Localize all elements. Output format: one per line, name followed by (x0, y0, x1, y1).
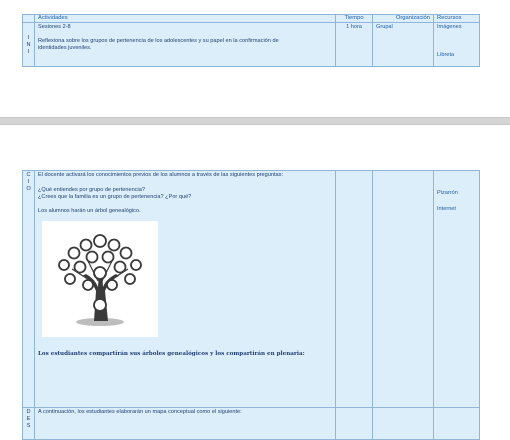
phase-letter: E (26, 416, 31, 422)
phase-letter: I (27, 49, 30, 55)
phase-letter: O (26, 186, 31, 192)
family-tree-image (42, 221, 158, 337)
reflection-text: Reflexiona sobre los grupos de pertenenc… (38, 38, 279, 51)
recursos-cell: Imágenes Libreta (433, 22, 480, 67)
cierre-organizacion-cell (372, 170, 434, 408)
header-actividades: Actividades (34, 14, 336, 23)
header-organizacion: Organización (372, 14, 434, 23)
desarrollo-recursos-cell (433, 407, 480, 440)
recurso-item: Imágenes (437, 24, 462, 30)
session-row: I N I Sesiones 2-8 Reflexiona sobre los … (22, 22, 480, 67)
phase-letter: I (27, 35, 30, 41)
organizacion-cell: Grupal (372, 22, 434, 67)
phase-label-cierre: C I O (22, 170, 35, 408)
phase-letter: S (26, 423, 31, 429)
cierre-tiempo-cell (335, 170, 373, 408)
question-2: ¿Crees que la familia es un grupo de per… (38, 194, 192, 200)
desarrollo-row: D E S A continuación, los estudiantes el… (22, 407, 480, 440)
phase-letter: C (26, 172, 31, 178)
activities-table-bottom: C I O El docente activará los conocimien… (22, 170, 480, 440)
question-1: ¿Qué entiendes por grupo de pertenencia? (38, 187, 145, 193)
header-row: Actividades Tiempo Organización Recursos (22, 14, 480, 23)
closing-text: Los estudiantes compartirán sus árboles … (38, 351, 305, 357)
desarrollo-activities-cell: A continuación, los estudiantes elaborar… (34, 407, 336, 440)
header-recursos: Recursos (433, 14, 480, 23)
tiempo-cell: 1 hora (335, 22, 373, 67)
phase-label-desarrollo: D E S (22, 407, 35, 440)
session-title: Sesiones 2-8 (38, 24, 71, 30)
activities-table-top: Actividades Tiempo Organización Recursos… (22, 14, 480, 67)
recurso-item: Pizarrón (437, 190, 458, 196)
recurso-item: Internet (437, 206, 456, 212)
header-tiempo: Tiempo (335, 14, 373, 23)
cierre-activities-cell: El docente activará los conocimientos pr… (34, 170, 336, 408)
phase-letter: N (26, 42, 31, 48)
cierre-recursos-cell: Pizarrón Internet (433, 170, 480, 408)
phase-letter: I (27, 179, 30, 185)
desarrollo-organizacion-cell (372, 407, 434, 440)
session-activities-cell: Sesiones 2-8 Reflexiona sobre los grupos… (34, 22, 336, 67)
desarrollo-tiempo-cell (335, 407, 373, 440)
page-separator (0, 117, 510, 125)
cierre-row: C I O El docente activará los conocimien… (22, 170, 480, 408)
task-text: Los alumnos harán un árbol genealógico. (38, 208, 141, 214)
recurso-item: Libreta (437, 52, 455, 58)
phase-letter: D (26, 409, 31, 415)
header-corner (22, 14, 35, 23)
phase-label-inicio: I N I (22, 22, 35, 67)
intro-text: El docente activará los conocimientos pr… (38, 172, 284, 178)
tree-icon (58, 234, 142, 326)
